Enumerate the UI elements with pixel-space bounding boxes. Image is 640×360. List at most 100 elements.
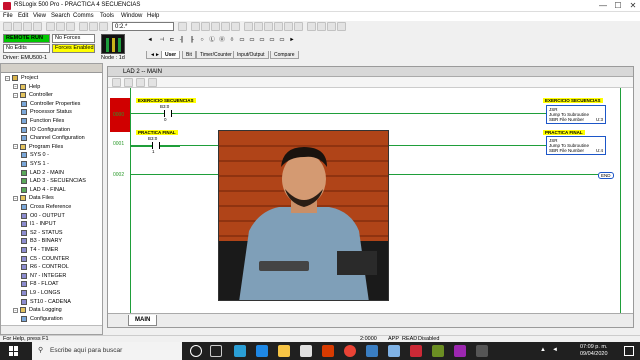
tree-horizontal-scrollbar[interactable] <box>1 325 102 334</box>
palette-branch-icon[interactable]: ⊏ <box>168 36 176 44</box>
tree-item[interactable]: S2 - STATUS <box>21 229 63 237</box>
tree-item[interactable]: Controller Properties <box>21 100 80 108</box>
palette-tof-icon[interactable]: ▭ <box>248 36 256 44</box>
mode-status[interactable]: REMOTE RUN <box>3 34 50 43</box>
expand-collapse-icon[interactable]: − <box>13 92 18 98</box>
tree-item[interactable]: O0 - OUTPUT <box>21 212 65 220</box>
palette-ctd-icon[interactable]: ▭ <box>278 36 286 44</box>
app-window-icon[interactable] <box>388 345 400 357</box>
untest-edits-icon[interactable] <box>327 22 336 31</box>
close-button[interactable]: ✕ <box>626 0 640 12</box>
zoom-in-icon[interactable] <box>254 22 263 31</box>
tree-item[interactable]: SYS 0 - <box>21 151 49 159</box>
tree-item[interactable]: − Program Files <box>13 143 63 151</box>
tree-item[interactable]: C5 - COUNTER <box>21 255 69 263</box>
ladder-bookmark-icon[interactable] <box>148 78 157 87</box>
chrome-icon[interactable] <box>344 345 356 357</box>
tree-item[interactable]: ST10 - CADENA <box>21 298 71 306</box>
tree-item[interactable]: B3 - BINARY <box>21 237 62 245</box>
monitor-icon[interactable] <box>244 22 253 31</box>
open-icon[interactable] <box>13 22 22 31</box>
menu-help[interactable]: Help <box>147 13 159 19</box>
menu-window[interactable]: Window <box>121 13 142 19</box>
menu-comms[interactable]: Comms <box>73 13 94 19</box>
zoom-out-icon[interactable] <box>264 22 273 31</box>
tree-item[interactable]: R6 - CONTROL <box>21 263 69 271</box>
tree-item[interactable]: I1 - INPUT <box>21 220 56 228</box>
palette-xic-icon[interactable]: ╢ <box>178 36 186 44</box>
save-icon[interactable] <box>23 22 32 31</box>
cancel-rung-icon[interactable] <box>294 22 303 31</box>
ladder-window-titlebar[interactable]: LAD 2 -- MAIN <box>108 67 633 77</box>
print-icon[interactable] <box>33 22 42 31</box>
paste-icon[interactable] <box>66 22 75 31</box>
tree-item[interactable]: L9 - LONGS <box>21 289 60 297</box>
menu-file[interactable]: File <box>3 13 13 19</box>
tree-item[interactable]: Processor Status <box>21 108 72 116</box>
menu-tools[interactable]: Tools <box>100 13 114 19</box>
tree-item[interactable]: − Project <box>5 74 38 82</box>
app-purple-icon[interactable] <box>454 345 466 357</box>
palette-osr-icon[interactable]: ◊ <box>228 36 236 44</box>
tree-item[interactable]: − Help <box>13 83 40 91</box>
tab-input-output[interactable]: Input/Output <box>233 51 269 59</box>
replace-icon[interactable] <box>201 22 210 31</box>
tree-item[interactable]: T4 - TIMER <box>21 246 58 254</box>
forces-enabled-status[interactable]: Forces Enabled <box>52 44 95 53</box>
undo-icon[interactable] <box>79 22 88 31</box>
accept-rung-icon[interactable] <box>284 22 293 31</box>
expand-collapse-icon[interactable]: − <box>13 195 18 201</box>
palette-rto-icon[interactable]: ▭ <box>258 36 266 44</box>
windows-start-icon[interactable] <box>9 346 19 356</box>
forces-status[interactable]: No Forces <box>52 34 95 43</box>
minimize-button[interactable]: — <box>596 0 610 12</box>
menu-edit[interactable]: Edit <box>18 13 28 19</box>
volume-icon[interactable]: ◄ <box>552 347 560 355</box>
palette-otl-icon[interactable]: Ⓛ <box>208 36 216 44</box>
palette-otu-icon[interactable]: Ⓤ <box>218 36 226 44</box>
tree-item[interactable]: Channel Configuration <box>21 134 85 142</box>
expand-collapse-icon[interactable]: − <box>13 307 18 313</box>
help-icon[interactable] <box>337 22 346 31</box>
palette-ton-icon[interactable]: ▭ <box>238 36 246 44</box>
data-table-icon[interactable] <box>221 22 230 31</box>
tree-item[interactable]: SYS 1 - <box>21 160 49 168</box>
cut-icon[interactable] <box>46 22 55 31</box>
ladder-find-icon[interactable] <box>136 78 145 87</box>
tree-item[interactable]: N7 - INTEGER <box>21 272 66 280</box>
palette-left-arrow-icon[interactable]: ◄ <box>146 36 154 44</box>
xic-contact[interactable] <box>152 142 160 149</box>
network-icon[interactable]: ▲ <box>540 347 548 355</box>
tree-item[interactable]: LAD 3 - SECUENCIAS <box>21 177 86 185</box>
assemble-edits-icon[interactable] <box>317 22 326 31</box>
expand-collapse-icon[interactable]: − <box>13 144 18 150</box>
test-edits-icon[interactable] <box>307 22 316 31</box>
taskbar-date[interactable]: 09/04/2020 <box>580 351 608 357</box>
app-green-icon[interactable] <box>432 345 444 357</box>
tab-timer-counter[interactable]: Timer/Counter <box>196 51 236 59</box>
tab-compare[interactable]: Compare <box>270 51 299 59</box>
expand-collapse-icon[interactable]: − <box>5 75 10 81</box>
ladder-comment-icon[interactable] <box>124 78 133 87</box>
tab-user[interactable]: User <box>161 51 181 59</box>
go-icon[interactable] <box>178 22 187 31</box>
new-icon[interactable] <box>3 22 12 31</box>
xic-contact[interactable] <box>164 110 172 117</box>
taskbar-search-box[interactable]: ⚲ Escribe aquí para buscar <box>32 342 182 360</box>
task-view-icon[interactable] <box>210 345 222 357</box>
menu-view[interactable]: View <box>33 13 46 19</box>
tree-item[interactable]: − Data Logging <box>13 306 62 314</box>
palette-rung-icon[interactable]: ⊣ <box>158 36 166 44</box>
ie-icon[interactable] <box>256 345 268 357</box>
tree-item[interactable]: Cross Reference <box>21 203 71 211</box>
edit-rung-icon[interactable] <box>274 22 283 31</box>
redo-icon[interactable] <box>89 22 98 31</box>
palette-ctu-icon[interactable]: ▭ <box>268 36 276 44</box>
maximize-button[interactable]: ☐ <box>611 0 625 12</box>
tree-item[interactable]: − Controller <box>13 91 53 99</box>
palette-right-arrow-icon[interactable]: ► <box>288 36 296 44</box>
tree-item[interactable]: IO Configuration <box>21 126 70 134</box>
tab-main[interactable]: MAIN <box>128 315 158 326</box>
taskbar-time[interactable]: 07:09 p. m. <box>580 344 608 350</box>
tree-item[interactable]: − Data Files <box>13 194 54 202</box>
